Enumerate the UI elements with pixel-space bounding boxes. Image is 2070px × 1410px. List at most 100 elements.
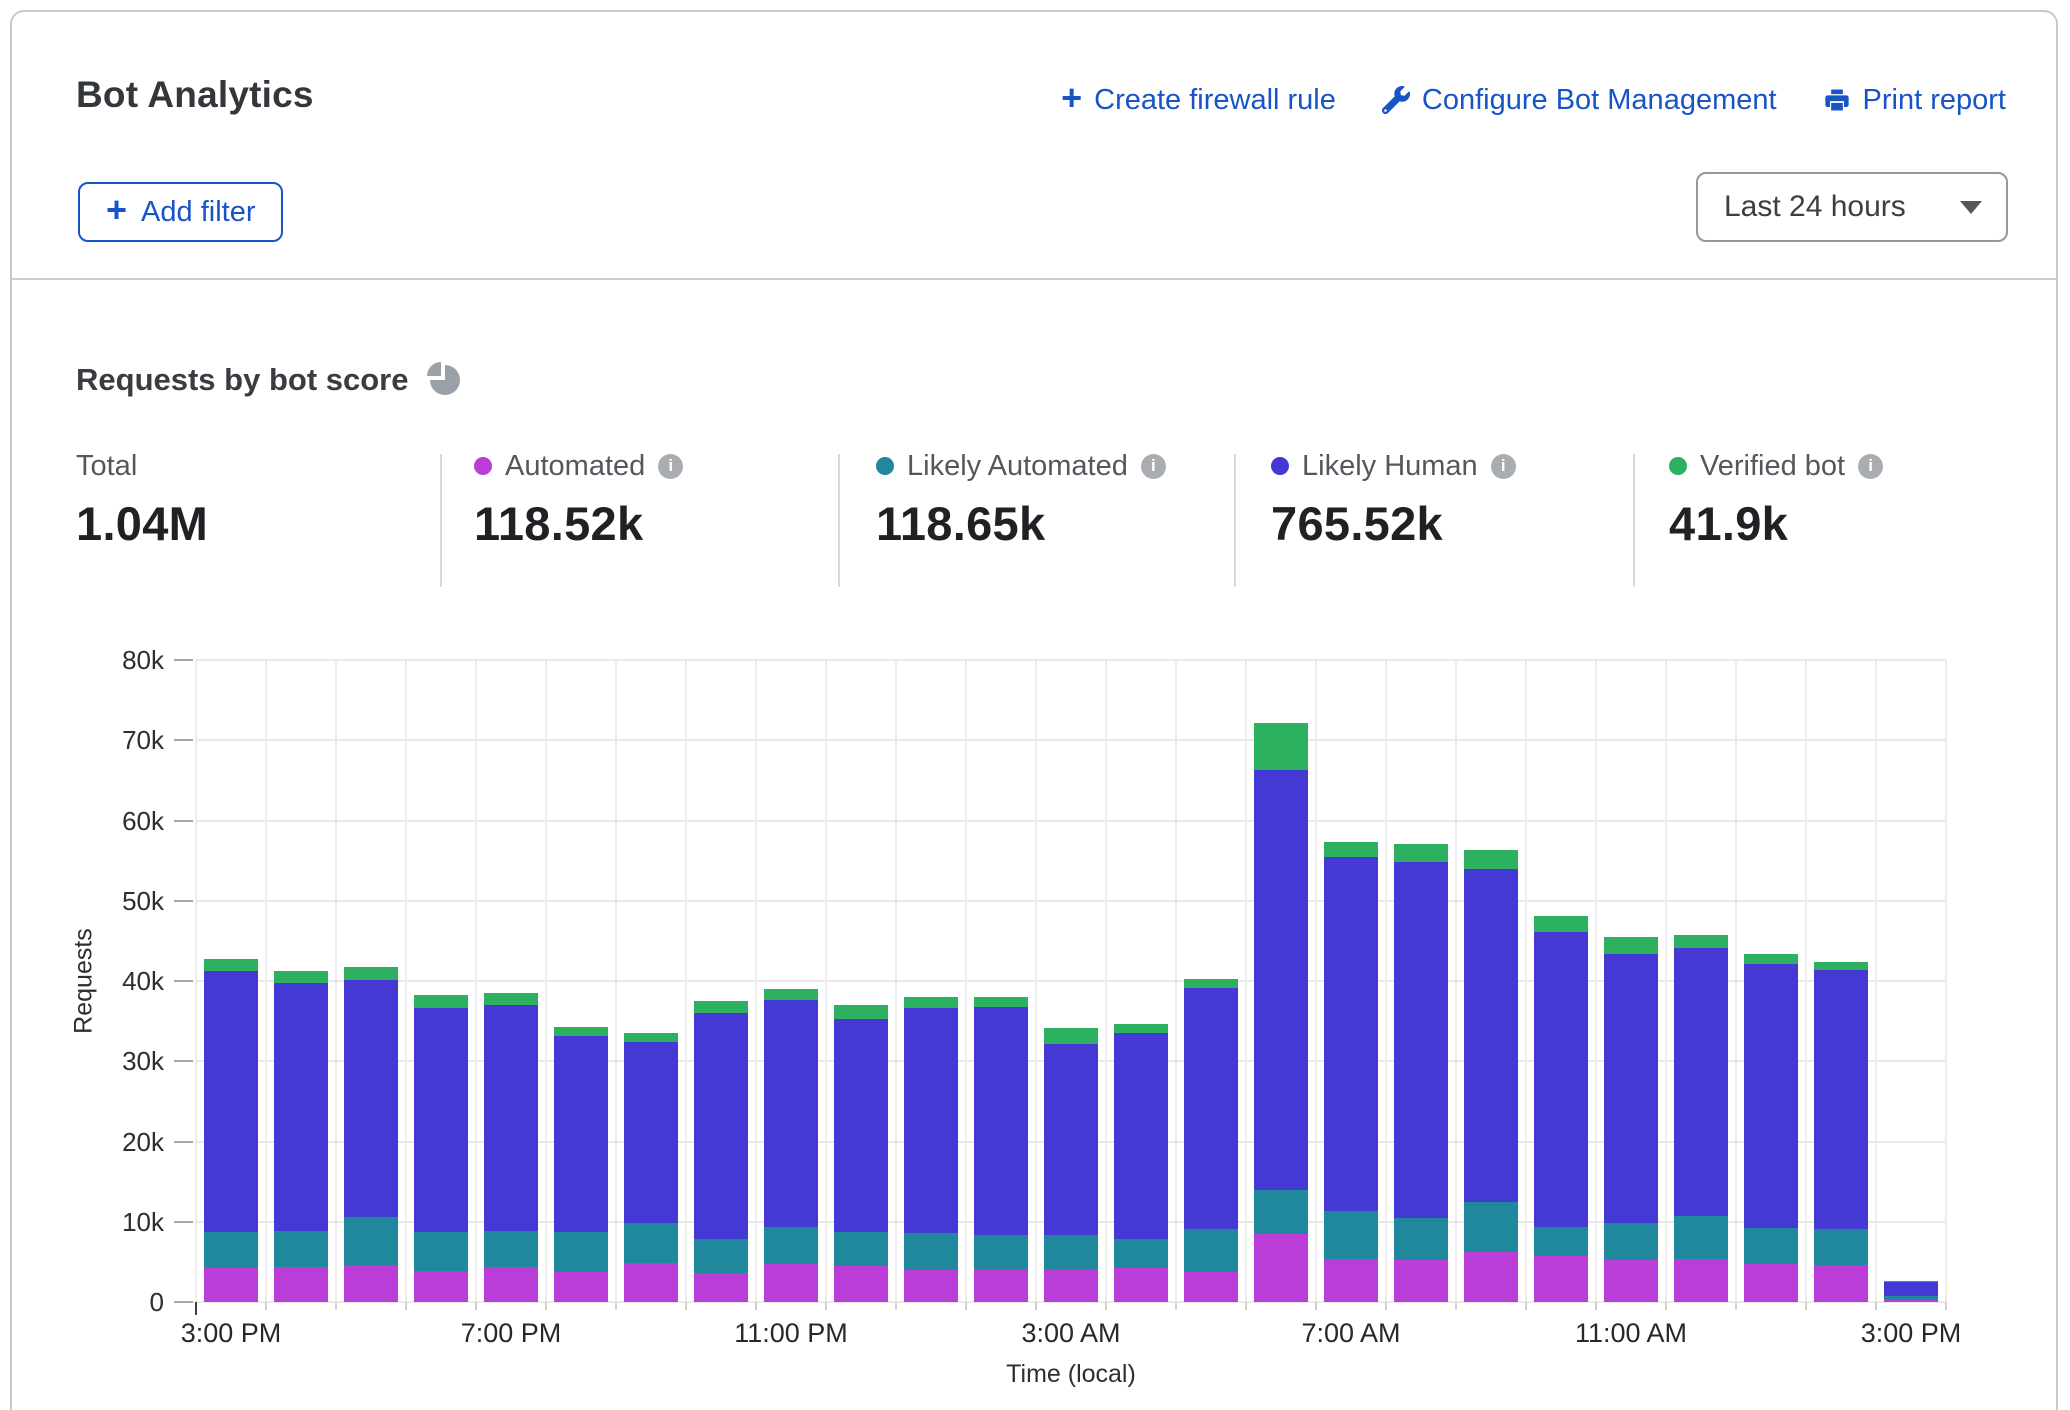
x-axis-tick	[1595, 1302, 1597, 1310]
x-axis-tick	[1245, 1302, 1247, 1310]
likely-automated-segment	[1534, 1227, 1588, 1257]
requests-by-bot-score-chart: 010k20k30k40k50k60k70k80k3:00 PM7:00 PM1…	[196, 660, 1946, 1302]
bar-8-00-am[interactable]	[1394, 844, 1448, 1302]
automated-segment	[1534, 1256, 1588, 1302]
info-icon[interactable]: i	[658, 454, 683, 479]
x-axis-tick	[1665, 1302, 1667, 1310]
print-report-label: Print report	[1863, 84, 2006, 117]
likely-human-segment	[1464, 869, 1518, 1203]
bar-12-00-am[interactable]	[834, 1005, 888, 1302]
automated-segment	[554, 1272, 608, 1303]
horizontal-gridline	[196, 659, 1946, 661]
bar-8-00-pm[interactable]	[554, 1027, 608, 1302]
likely-human-segment	[274, 983, 328, 1230]
bar-9-00-am[interactable]	[1464, 850, 1518, 1302]
likely-human-segment	[1674, 948, 1728, 1216]
bar-1-00-am[interactable]	[904, 997, 958, 1302]
verified-bot-segment	[694, 1001, 748, 1013]
likely-automated-segment	[694, 1239, 748, 1274]
print-report-link[interactable]: Print report	[1823, 84, 2006, 117]
x-axis-tick	[1455, 1302, 1457, 1310]
time-range-value: Last 24 hours	[1698, 190, 1960, 224]
info-icon[interactable]: i	[1491, 454, 1516, 479]
stat-total: Total 1.04M	[76, 448, 208, 551]
bar-5-00-pm[interactable]	[344, 967, 398, 1302]
bar-11-00-pm[interactable]	[764, 989, 818, 1302]
add-filter-button[interactable]: + Add filter	[78, 182, 283, 242]
bar-3-00-pm[interactable]	[1884, 1281, 1938, 1302]
verified-bot-segment	[1744, 954, 1798, 964]
likely-human-segment	[484, 1005, 538, 1231]
x-axis-label: 11:00 PM	[681, 1318, 901, 1349]
y-axis-label: 40k	[54, 965, 164, 997]
time-range-select[interactable]: Last 24 hours	[1696, 172, 2008, 242]
horizontal-gridline	[196, 739, 1946, 741]
likely-automated-segment	[1184, 1229, 1238, 1272]
horizontal-gridline	[196, 900, 1946, 902]
automated-segment	[414, 1271, 468, 1302]
bar-2-00-pm[interactable]	[1814, 962, 1868, 1302]
bar-4-00-am[interactable]	[1114, 1024, 1168, 1302]
bar-6-00-pm[interactable]	[414, 995, 468, 1302]
automated-segment	[834, 1266, 888, 1302]
bar-5-00-am[interactable]	[1184, 979, 1238, 1302]
stat-total-label: Total	[76, 450, 137, 483]
likely-automated-segment	[974, 1235, 1028, 1270]
verified-bot-segment	[904, 997, 958, 1008]
bar-6-00-am[interactable]	[1254, 723, 1308, 1302]
header-divider	[12, 278, 2056, 280]
bar-7-00-am[interactable]	[1324, 842, 1378, 1302]
verified-bot-segment	[1534, 916, 1588, 932]
y-axis-tick	[174, 1060, 193, 1062]
likely-automated-segment	[554, 1232, 608, 1271]
x-axis-label: 3:00 PM	[1801, 1318, 2021, 1349]
likely-automated-segment	[834, 1232, 888, 1266]
bar-10-00-am[interactable]	[1534, 916, 1588, 1302]
likely-human-segment	[1394, 862, 1448, 1218]
x-axis-tick	[1945, 1302, 1947, 1310]
x-axis-tick	[1105, 1302, 1107, 1310]
verified-bot-segment	[1114, 1024, 1168, 1034]
bar-3-00-am[interactable]	[1044, 1028, 1098, 1302]
verified-bot-segment	[1394, 844, 1448, 862]
automated-segment	[204, 1268, 258, 1303]
x-axis-tick	[195, 1302, 197, 1315]
automated-segment	[344, 1265, 398, 1302]
x-axis-tick	[615, 1302, 617, 1310]
bar-10-00-pm[interactable]	[694, 1001, 748, 1302]
wrench-icon	[1382, 86, 1410, 114]
bar-2-00-am[interactable]	[974, 997, 1028, 1302]
automated-segment	[274, 1267, 328, 1302]
configure-bot-management-link[interactable]: Configure Bot Management	[1382, 84, 1777, 117]
likely-human-segment	[554, 1036, 608, 1232]
verified-bot-segment	[414, 995, 468, 1008]
automated-segment	[974, 1269, 1028, 1302]
y-axis-label: 70k	[54, 724, 164, 756]
likely-automated-segment	[1114, 1239, 1168, 1267]
stat-verified-bot: Verified bot i 41.9k	[1669, 448, 1883, 551]
automated-segment	[694, 1273, 748, 1302]
verified-bot-segment	[624, 1033, 678, 1042]
create-firewall-rule-link[interactable]: + Create firewall rule	[1061, 82, 1336, 118]
info-icon[interactable]: i	[1141, 454, 1166, 479]
plus-icon: +	[1061, 80, 1082, 116]
bar-9-00-pm[interactable]	[624, 1033, 678, 1302]
bar-11-00-am[interactable]	[1604, 937, 1658, 1302]
verified-bot-segment	[834, 1005, 888, 1019]
automated-segment	[1814, 1265, 1868, 1302]
bar-3-00-pm[interactable]	[204, 959, 258, 1302]
likely-automated-segment	[1254, 1190, 1308, 1234]
bar-7-00-pm[interactable]	[484, 993, 538, 1302]
x-axis-tick	[685, 1302, 687, 1310]
automated-segment	[1674, 1259, 1728, 1302]
info-icon[interactable]: i	[1858, 454, 1883, 479]
likely-human-segment	[624, 1042, 678, 1223]
bar-12-00-pm[interactable]	[1674, 935, 1728, 1302]
likely-human-segment	[694, 1013, 748, 1239]
bar-1-00-pm[interactable]	[1744, 954, 1798, 1302]
bar-4-00-pm[interactable]	[274, 971, 328, 1302]
likely-automated-segment	[1044, 1235, 1098, 1270]
x-axis-tick	[1385, 1302, 1387, 1310]
x-axis-tick	[825, 1302, 827, 1310]
verified-bot-segment	[1604, 937, 1658, 954]
